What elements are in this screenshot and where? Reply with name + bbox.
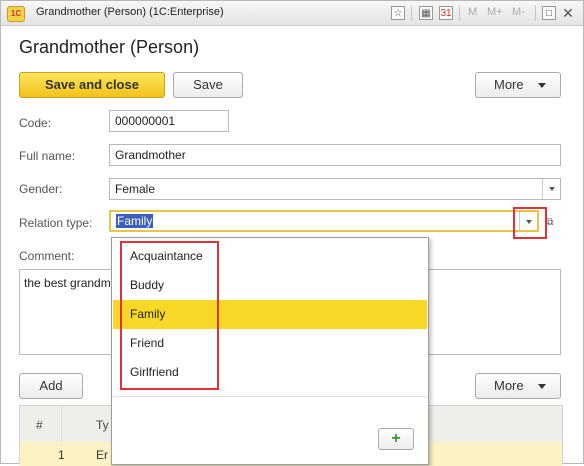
gender-label: Gender: <box>19 182 63 196</box>
dropdown-separator <box>113 396 427 397</box>
window-title: Grandmother (Person) (1C:Enterprise) <box>36 6 224 18</box>
table-more-button[interactable]: More <box>475 373 561 399</box>
save-and-close-button[interactable]: Save and close <box>19 72 165 98</box>
chevron-down-icon <box>537 83 546 89</box>
close-icon[interactable]: ✕ <box>561 6 575 20</box>
relation-type-label: Relation type: <box>19 216 93 230</box>
titlebar-separator <box>535 5 536 21</box>
relation-type-value: Family <box>116 214 154 228</box>
fullname-label: Full name: <box>19 149 76 163</box>
favorite-icon[interactable]: ☆ <box>391 6 405 20</box>
more-menu-label: More <box>494 77 524 92</box>
relation-type-field[interactable]: Family <box>109 210 539 232</box>
save-button[interactable]: Save <box>173 72 243 98</box>
memory-minus-button[interactable]: M- <box>512 6 525 18</box>
table-more-label: More <box>494 378 524 393</box>
page-title: Grandmother (Person) <box>19 37 200 57</box>
row-type: Er <box>96 448 108 462</box>
restore-icon[interactable]: □ <box>542 6 556 20</box>
app-logo: 1C <box>7 6 25 22</box>
column-header-type[interactable]: Ty <box>96 418 109 432</box>
comment-label: Comment: <box>19 249 75 263</box>
chevron-down-icon <box>537 384 546 390</box>
app-window: 1C Grandmother (Person) (1C:Enterprise) … <box>0 0 584 466</box>
fullname-field[interactable]: Grandmother <box>109 144 561 166</box>
titlebar-separator <box>459 5 460 21</box>
memory-m-button[interactable]: M <box>468 6 477 18</box>
more-menu-button[interactable]: More <box>475 72 561 98</box>
calendar-icon[interactable]: 31 <box>439 6 453 20</box>
gender-dropdown-button[interactable] <box>542 179 560 199</box>
chevron-down-icon <box>549 187 555 191</box>
code-field[interactable]: 000000001 <box>109 110 229 132</box>
add-button[interactable]: Add <box>19 373 83 399</box>
dropdown-button-highlight <box>513 207 547 239</box>
memory-plus-button[interactable]: M+ <box>487 6 503 18</box>
gender-select[interactable]: Female <box>109 178 561 200</box>
titlebar: 1C Grandmother (Person) (1C:Enterprise) … <box>1 1 583 26</box>
code-label: Code: <box>19 116 52 130</box>
column-divider <box>61 406 62 442</box>
column-header-number[interactable]: # <box>36 418 43 432</box>
gender-value: Female <box>115 182 156 196</box>
titlebar-separator <box>411 5 412 21</box>
plus-icon[interactable]: + <box>378 428 414 450</box>
dropdown-items-highlight <box>120 241 219 390</box>
row-number: 1 <box>58 448 65 462</box>
calculator-icon[interactable]: ▦ <box>419 6 433 20</box>
